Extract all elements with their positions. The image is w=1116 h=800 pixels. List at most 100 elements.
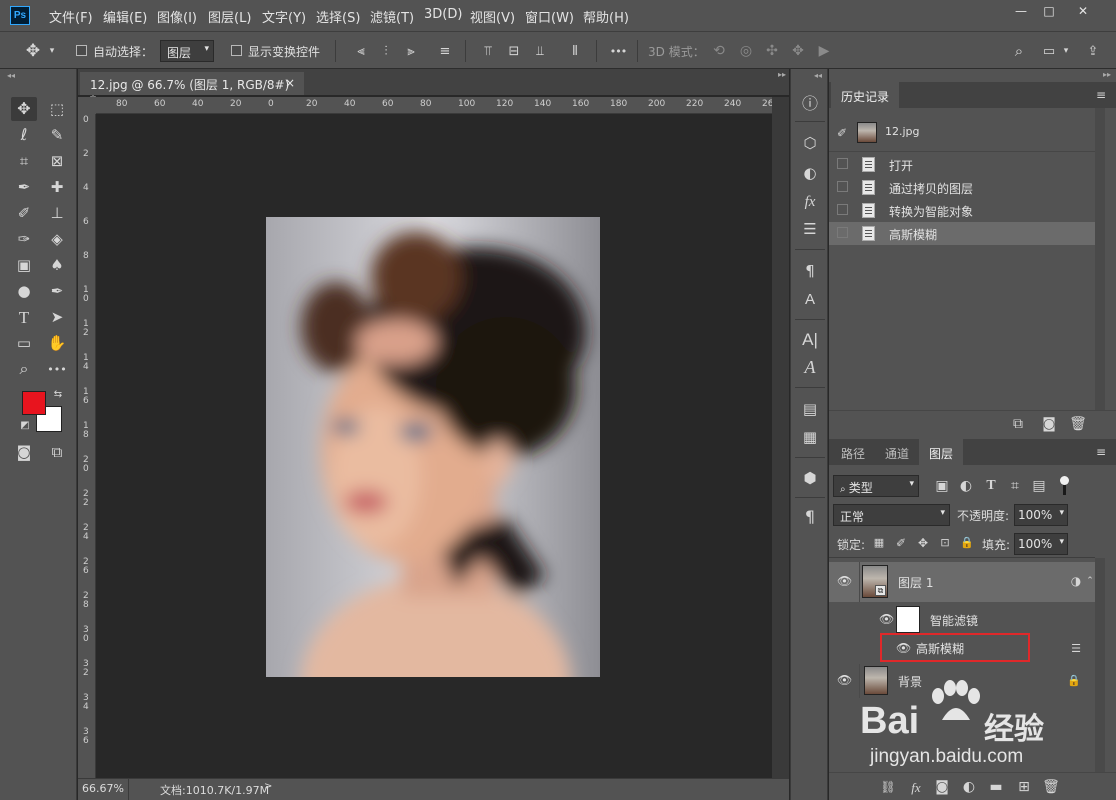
filter-shape-icon[interactable]: ⌗ <box>1006 478 1024 494</box>
character-icon[interactable]: A| <box>798 328 822 350</box>
paragraph-styles-icon[interactable]: ¶ <box>798 260 822 282</box>
3d-pan-icon[interactable]: ✣ <box>762 41 782 61</box>
healing-brush-tool-icon[interactable]: ✚ <box>44 175 70 199</box>
3d-scale-icon[interactable]: ▶ <box>814 41 834 61</box>
filter-toggle[interactable] <box>1060 476 1069 496</box>
fx-styles-icon[interactable]: fx <box>798 191 822 213</box>
brush-tool-icon[interactable]: ✐ <box>11 201 37 225</box>
clone-stamp-tool-icon[interactable]: ⊥ <box>44 201 70 225</box>
filter-mask-thumbnail[interactable] <box>896 606 920 633</box>
frame-tool-icon[interactable]: ⊠ <box>44 149 70 173</box>
3d-object-icon[interactable]: ⬢ <box>798 467 822 489</box>
menu-view[interactable]: 视图(V) <box>470 7 515 26</box>
align-top-icon[interactable]: ⫪ <box>479 41 497 61</box>
history-checkbox[interactable] <box>837 181 848 192</box>
tab-paths[interactable]: 路径 <box>831 439 875 465</box>
lock-transparent-icon[interactable]: ▦ <box>872 535 886 550</box>
lock-all-icon[interactable]: 🔒 <box>960 535 974 550</box>
collapse-icon[interactable]: ◂◂ <box>6 72 16 80</box>
3d-slide-icon[interactable]: ✥ <box>788 41 808 61</box>
pen-tool-icon[interactable]: ✒ <box>44 279 70 303</box>
move-tool-icon[interactable]: ✥ <box>11 97 37 121</box>
type-tool-icon[interactable]: T <box>11 305 37 329</box>
link-layers-icon[interactable]: ⛓ <box>879 779 897 795</box>
rectangle-tool-icon[interactable]: ▭ <box>11 331 37 355</box>
swap-colors-icon[interactable]: ⇆ <box>52 389 64 401</box>
more-icon[interactable]: ••• <box>607 41 629 61</box>
layer-row-smart-filters[interactable]: 👁 智能滤镜 <box>829 603 1095 635</box>
history-snapshot[interactable]: ✐ 12.jpg <box>829 120 1095 146</box>
workspace-icon[interactable]: ▭ <box>1039 41 1059 61</box>
visibility-eye-icon[interactable]: 👁 <box>837 574 852 588</box>
new-layer-icon[interactable]: ⊞ <box>1015 779 1033 795</box>
lock-pixels-icon[interactable]: ✐ <box>894 535 908 550</box>
filter-blending-options-icon[interactable]: ☰ <box>1069 641 1083 655</box>
layers-scrollbar[interactable] <box>1095 558 1105 772</box>
menu-help[interactable]: 帮助(H) <box>583 7 629 26</box>
layer-name[interactable]: 图层 1 <box>898 574 933 591</box>
tab-layers[interactable]: 图层 <box>919 439 964 465</box>
3d-orbit-icon[interactable]: ⟲ <box>709 41 729 61</box>
history-checkbox[interactable] <box>837 227 848 238</box>
foreground-color-swatch[interactable] <box>22 391 46 415</box>
minimize-icon[interactable]: — <box>1006 0 1036 22</box>
blend-mode-dropdown[interactable]: 正常 ▾ <box>833 504 950 526</box>
distribute-icon[interactable]: ⦀ <box>566 41 584 61</box>
panel-menu-icon[interactable]: ≡ <box>1093 87 1109 103</box>
new-document-from-state-icon[interactable]: ⧉ <box>1009 416 1027 432</box>
3d-roll-icon[interactable]: ◎ <box>736 41 756 61</box>
align-justify-icon[interactable]: ≡ <box>436 41 454 61</box>
image-canvas[interactable] <box>266 217 600 677</box>
auto-select-dropdown[interactable]: 图层 ▾ <box>160 40 214 62</box>
trash-icon[interactable]: 🗑 <box>1042 779 1060 795</box>
adjustments-icon[interactable]: ◐ <box>798 162 822 184</box>
visibility-eye-icon[interactable]: 👁 <box>879 612 894 626</box>
blur-tool-icon[interactable]: ♠ <box>44 253 70 277</box>
filter-pixel-icon[interactable]: ▣ <box>933 478 951 494</box>
filter-smart-object-icon[interactable]: ▤ <box>1030 478 1048 494</box>
quick-mask-icon[interactable]: ◙ <box>11 440 37 464</box>
menu-filter[interactable]: 滤镜(T) <box>370 7 414 26</box>
close-tab-icon[interactable]: × <box>285 76 295 90</box>
align-middle-icon[interactable]: ⊟ <box>505 41 523 61</box>
eraser-tool-icon[interactable]: ◈ <box>44 227 70 251</box>
add-layer-style-icon[interactable]: fx <box>907 779 925 795</box>
chevron-up-icon[interactable]: ⌃ <box>1085 575 1095 587</box>
chevron-down-icon[interactable]: ▾ <box>46 42 58 60</box>
lasso-tool-icon[interactable]: ℓ <box>11 123 37 147</box>
status-menu-icon[interactable]: > <box>264 781 272 792</box>
align-right-icon[interactable]: ⫸ <box>402 41 420 61</box>
menu-layer[interactable]: 图层(L) <box>208 7 251 26</box>
chevron-down-icon[interactable]: ▾ <box>1061 43 1071 59</box>
screen-mode-icon[interactable]: ⧉ <box>44 440 70 464</box>
properties-icon[interactable]: ☰ <box>798 218 822 240</box>
collapse-icon[interactable]: ▸▸ <box>1100 70 1114 80</box>
path-select-tool-icon[interactable]: ➤ <box>44 305 70 329</box>
menu-window[interactable]: 窗口(W) <box>525 7 574 26</box>
maximize-icon[interactable]: □ <box>1034 0 1064 22</box>
document-tab[interactable]: 12.jpg @ 66.7% (图层 1, RGB/8#) * × <box>80 72 304 107</box>
lock-position-icon[interactable]: ✥ <box>916 535 930 550</box>
lock-artboard-icon[interactable]: ⊡ <box>938 535 952 550</box>
fill-input[interactable]: 100% ▾ <box>1014 533 1068 555</box>
camera-snapshot-icon[interactable]: ◙ <box>1040 416 1058 432</box>
menu-type[interactable]: 文字(Y) <box>262 7 306 26</box>
menu-image[interactable]: 图像(I) <box>157 7 197 26</box>
quick-select-tool-icon[interactable]: ✎ <box>44 123 70 147</box>
history-brush-source-icon[interactable]: ✐ <box>835 126 849 140</box>
libraries-icon[interactable]: ▤ <box>798 398 822 420</box>
opacity-input[interactable]: 100% ▾ <box>1014 504 1068 526</box>
new-group-icon[interactable]: ▬ <box>987 779 1005 795</box>
zoom-level[interactable]: 66.67% <box>82 782 124 795</box>
panel-menu-icon[interactable]: ≡ <box>1093 444 1109 460</box>
layer-filter-dropdown[interactable]: ⌕ 类型 ▾ <box>833 475 919 497</box>
add-mask-icon[interactable]: ◙ <box>933 779 951 795</box>
marquee-tool-icon[interactable]: ⬚ <box>44 97 70 121</box>
trash-icon[interactable]: 🗑 <box>1069 416 1087 432</box>
collapse-icon[interactable]: ▸▸ <box>776 70 788 80</box>
filter-type-icon[interactable]: T <box>982 478 1000 494</box>
gradient-tool-icon[interactable]: ▣ <box>11 253 37 277</box>
paragraph-icon[interactable]: ¶ <box>798 506 822 528</box>
crop-tool-icon[interactable]: ⌗ <box>11 149 37 173</box>
align-center-icon[interactable]: ⫶ <box>377 41 395 61</box>
